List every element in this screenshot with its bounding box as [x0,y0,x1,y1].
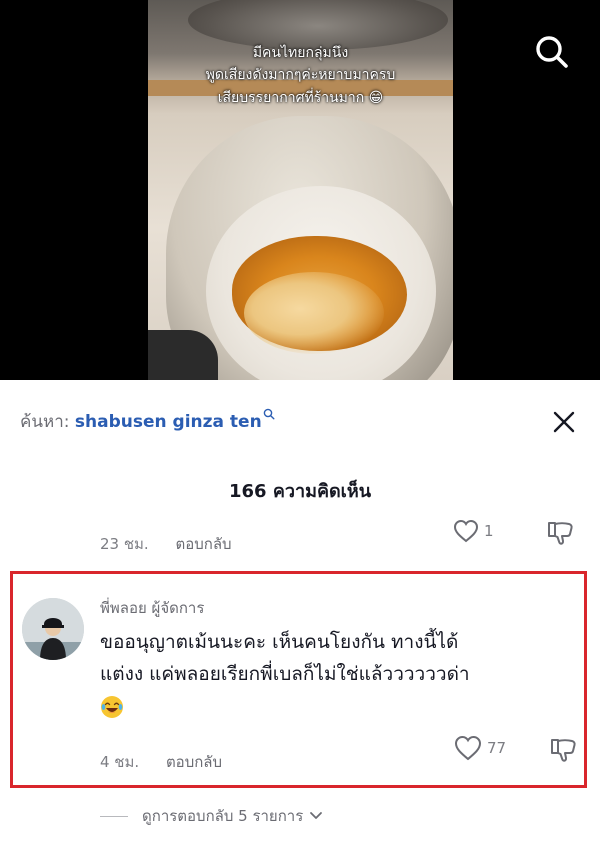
comment-text-line-3 [100,690,570,722]
video-player[interactable]: มีคนไทยกลุ่มนึง พูดเสียงดังมากๆค่ะหยาบมา… [0,0,600,380]
comment-text-line-2: แต่งง แค่พลอยเรียกพี่เบลก็ไม่ใช่แล้ววววว… [100,663,470,685]
previous-comment-meta: 23 ชม. ตอบกลับ [100,532,232,556]
avatar[interactable] [22,598,84,660]
related-search[interactable]: ค้นหา: shabusen ginza ten [20,408,275,434]
close-button[interactable] [550,408,578,436]
heart-icon [454,735,482,761]
video-crumbs [244,272,384,354]
search-icon [536,36,568,68]
video-caption-line-2: พูดเสียงดังมากๆค่ะหยาบมาครบ [205,67,396,83]
comment-dislike-button[interactable] [548,736,578,768]
comment-text: ขออนุญาตเม้นนะคะ เห็นคนโยงกัน ทางนี้ได้ … [100,626,570,722]
comments-sheet: ค้นหา: shabusen ginza ten 166 ความคิดเห็… [0,380,600,857]
view-replies-divider [100,815,128,817]
view-replies-label: ดูการตอบกลับ 5 รายการ [142,807,304,825]
search-icon [263,408,275,420]
previous-comment-like-count: 1 [484,522,494,540]
related-search-prefix: ค้นหา: [20,412,70,432]
comment-like-button[interactable]: 77 [453,734,506,762]
comment-reply-button[interactable]: ตอบกลับ [166,753,222,771]
chevron-down-icon [310,812,323,819]
dislike-icon [548,522,573,545]
laughing-emoji-icon [101,695,123,718]
comment-like-count: 77 [487,739,507,757]
video-pot-rim [188,0,448,50]
close-icon [553,411,575,433]
avatar-photo [22,598,84,660]
previous-comment-reply-button[interactable]: ตอบกลับ [175,535,231,553]
comment-time: 4 ชม. [100,753,140,771]
previous-comment-dislike-button[interactable] [545,520,575,550]
comment-username[interactable]: พี่พลอย ผู้จัดการ [100,596,204,620]
view-replies-button[interactable]: ดูการตอบกลับ 5 รายการ [100,804,323,828]
previous-comment-time: 23 ชม. [100,535,149,553]
related-search-query[interactable]: shabusen ginza ten [75,412,262,432]
video-frame[interactable]: มีคนไทยกลุ่มนึง พูดเสียงดังมากๆค่ะหยาบมา… [148,0,453,380]
dislike-icon [551,739,576,762]
video-dark-corner [148,330,218,380]
video-caption-line-1: มีคนไทยกลุ่มนึง [252,45,349,61]
comment-text-line-1: ขออนุญาตเม้นนะคะ เห็นคนโยงกัน ทางนี้ได้ [100,631,459,653]
comment-meta: 4 ชม. ตอบกลับ [100,750,222,774]
comment-count-title: 166 ความคิดเห็น [228,481,371,502]
video-caption-line-3: เสียบรรยากาศที่ร้านมาก 😁 [217,90,384,106]
heart-icon [453,519,479,543]
search-button[interactable] [532,32,572,72]
previous-comment-like-button[interactable]: 1 [452,518,494,544]
